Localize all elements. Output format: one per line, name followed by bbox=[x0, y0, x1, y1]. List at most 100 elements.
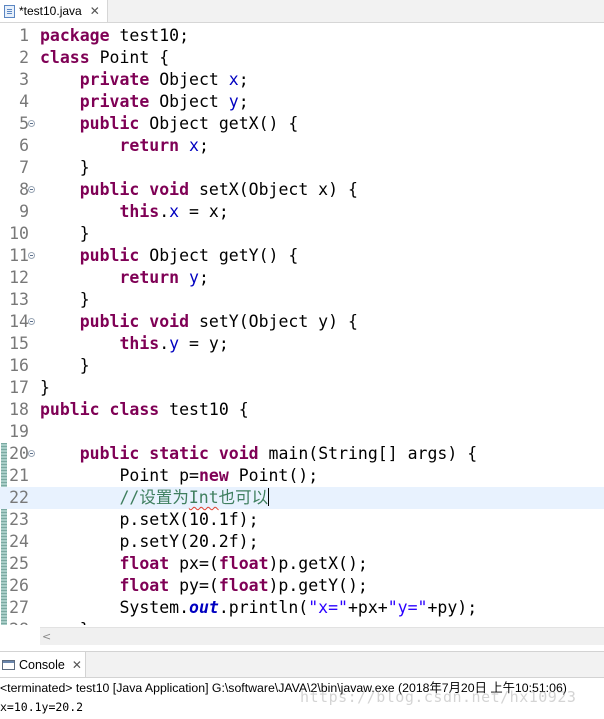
fold-toggle-icon[interactable] bbox=[28, 186, 35, 193]
code-line[interactable]: 18 public class test10 { bbox=[0, 399, 604, 421]
code-line[interactable]: 7 } bbox=[0, 157, 604, 179]
code-token: return bbox=[119, 268, 180, 287]
code-token: public bbox=[79, 114, 140, 133]
code-text: return y; bbox=[40, 267, 208, 289]
fold-toggle-icon[interactable] bbox=[28, 318, 35, 325]
fold-toggle-icon[interactable] bbox=[28, 450, 35, 457]
code-token: private bbox=[79, 92, 150, 111]
code-line[interactable]: 3 private Object x; bbox=[0, 69, 604, 91]
fold-toggle-icon[interactable] bbox=[28, 252, 35, 259]
code-line[interactable]: 26 float py=(float)p.getY(); bbox=[0, 575, 604, 597]
fold-toggle-icon[interactable] bbox=[28, 120, 35, 127]
close-icon[interactable]: ✕ bbox=[90, 4, 100, 18]
code-line[interactable]: 13 } bbox=[0, 289, 604, 311]
line-number: 18 bbox=[9, 400, 29, 419]
line-number: 10 bbox=[9, 224, 29, 243]
code-token: Point p= bbox=[40, 466, 199, 485]
console-tab[interactable]: Console ✕ bbox=[0, 652, 86, 677]
line-number: 23 bbox=[9, 510, 29, 529]
code-line[interactable]: 17} bbox=[0, 377, 604, 399]
code-line[interactable]: 15 this.y = y; bbox=[0, 333, 604, 355]
code-token: public bbox=[79, 312, 140, 331]
code-token: out bbox=[189, 598, 219, 617]
code-token: Object bbox=[149, 92, 229, 111]
code-line[interactable]: 4 private Object y; bbox=[0, 91, 604, 113]
code-token: } bbox=[40, 158, 90, 177]
code-token: this bbox=[119, 334, 160, 353]
code-token: float bbox=[119, 576, 170, 595]
code-token: class bbox=[40, 48, 90, 67]
code-line[interactable]: 22 //设置为Int也可以 bbox=[0, 487, 604, 509]
close-icon[interactable]: ✕ bbox=[72, 658, 82, 672]
line-number: 28 bbox=[8, 619, 29, 625]
console-tab-bar: Console ✕ bbox=[0, 651, 604, 678]
code-line[interactable]: 12 return y; bbox=[0, 267, 604, 289]
code-text: float px=(float)p.getX(); bbox=[40, 553, 368, 575]
code-line[interactable]: 14 public void setY(Object y) { bbox=[0, 311, 604, 333]
code-line[interactable]: 2 class Point { bbox=[0, 47, 604, 69]
code-line[interactable]: 21 Point p=new Point(); bbox=[0, 465, 604, 487]
java-file-icon bbox=[4, 4, 15, 18]
code-line[interactable]: 10 } bbox=[0, 223, 604, 245]
code-token: = y; bbox=[179, 334, 229, 353]
code-text: public Object getY() { bbox=[40, 245, 299, 267]
code-text: public class test10 { bbox=[40, 399, 249, 421]
code-token: )p.getX(); bbox=[268, 554, 368, 573]
code-token: )p.getY(); bbox=[268, 576, 368, 595]
code-line[interactable]: 19 bbox=[0, 421, 604, 443]
code-line[interactable]: 5 public Object getX() { bbox=[0, 113, 604, 135]
code-token: test10 { bbox=[159, 400, 249, 419]
code-line[interactable]: 9 this.x = x; bbox=[0, 201, 604, 223]
code-line[interactable]: 16 } bbox=[0, 355, 604, 377]
code-token: Object getX() { bbox=[139, 114, 299, 133]
code-token: y bbox=[169, 334, 180, 353]
line-number: 1 bbox=[19, 26, 29, 45]
code-text: public Object getX() { bbox=[40, 113, 299, 135]
code-token: public bbox=[79, 444, 140, 463]
code-text: Point p=new Point(); bbox=[40, 465, 318, 487]
horizontal-scrollbar[interactable]: < bbox=[40, 627, 604, 645]
code-line[interactable]: 8 public void setX(Object x) { bbox=[0, 179, 604, 201]
code-line[interactable]: 23 p.setX(10.1f); bbox=[0, 509, 604, 531]
code-token: System. bbox=[40, 598, 190, 617]
scroll-left-arrow-icon[interactable]: < bbox=[42, 628, 51, 645]
code-token: x bbox=[228, 70, 239, 89]
code-token: +py); bbox=[427, 598, 478, 617]
code-token: +px+ bbox=[347, 598, 388, 617]
code-token: float bbox=[119, 554, 170, 573]
line-number: 8 bbox=[19, 180, 29, 199]
code-line[interactable]: 25 float px=(float)p.getX(); bbox=[0, 553, 604, 575]
code-text: float py=(float)p.getY(); bbox=[40, 575, 368, 597]
line-number: 27 bbox=[9, 598, 29, 617]
code-token: ; bbox=[238, 92, 249, 111]
line-number: 12 bbox=[9, 268, 29, 287]
code-line[interactable]: 1 package test10; bbox=[0, 25, 604, 47]
code-token: Point { bbox=[89, 48, 170, 67]
code-text: this.x = x; bbox=[40, 201, 228, 223]
code-line[interactable]: 6 return x; bbox=[0, 135, 604, 157]
code-line[interactable]: 28 } bbox=[0, 619, 604, 625]
code-line[interactable]: 24 p.setY(20.2f); bbox=[0, 531, 604, 553]
editor-tab-test10-java[interactable]: *test10.java ✕ bbox=[0, 0, 108, 22]
line-number: 22 bbox=[9, 488, 29, 507]
code-text: //设置为Int也可以 bbox=[40, 487, 270, 509]
line-number: 24 bbox=[9, 532, 29, 551]
code-editor[interactable]: 1 package test10; 2 class Point {3 private … bbox=[0, 23, 604, 625]
code-line[interactable]: 27 System.out.println("x="+px+"y="+py); bbox=[0, 597, 604, 619]
code-token: y bbox=[189, 268, 199, 287]
code-line[interactable]: 11 public Object getY() { bbox=[0, 245, 604, 267]
code-token: 也可以 bbox=[218, 488, 269, 507]
code-token: ; bbox=[238, 70, 249, 89]
code-token: } bbox=[40, 356, 90, 375]
code-line[interactable]: 20 public static void main(String[] args… bbox=[0, 443, 604, 465]
line-number: 5 bbox=[19, 114, 29, 133]
code-token: ; bbox=[198, 136, 209, 155]
